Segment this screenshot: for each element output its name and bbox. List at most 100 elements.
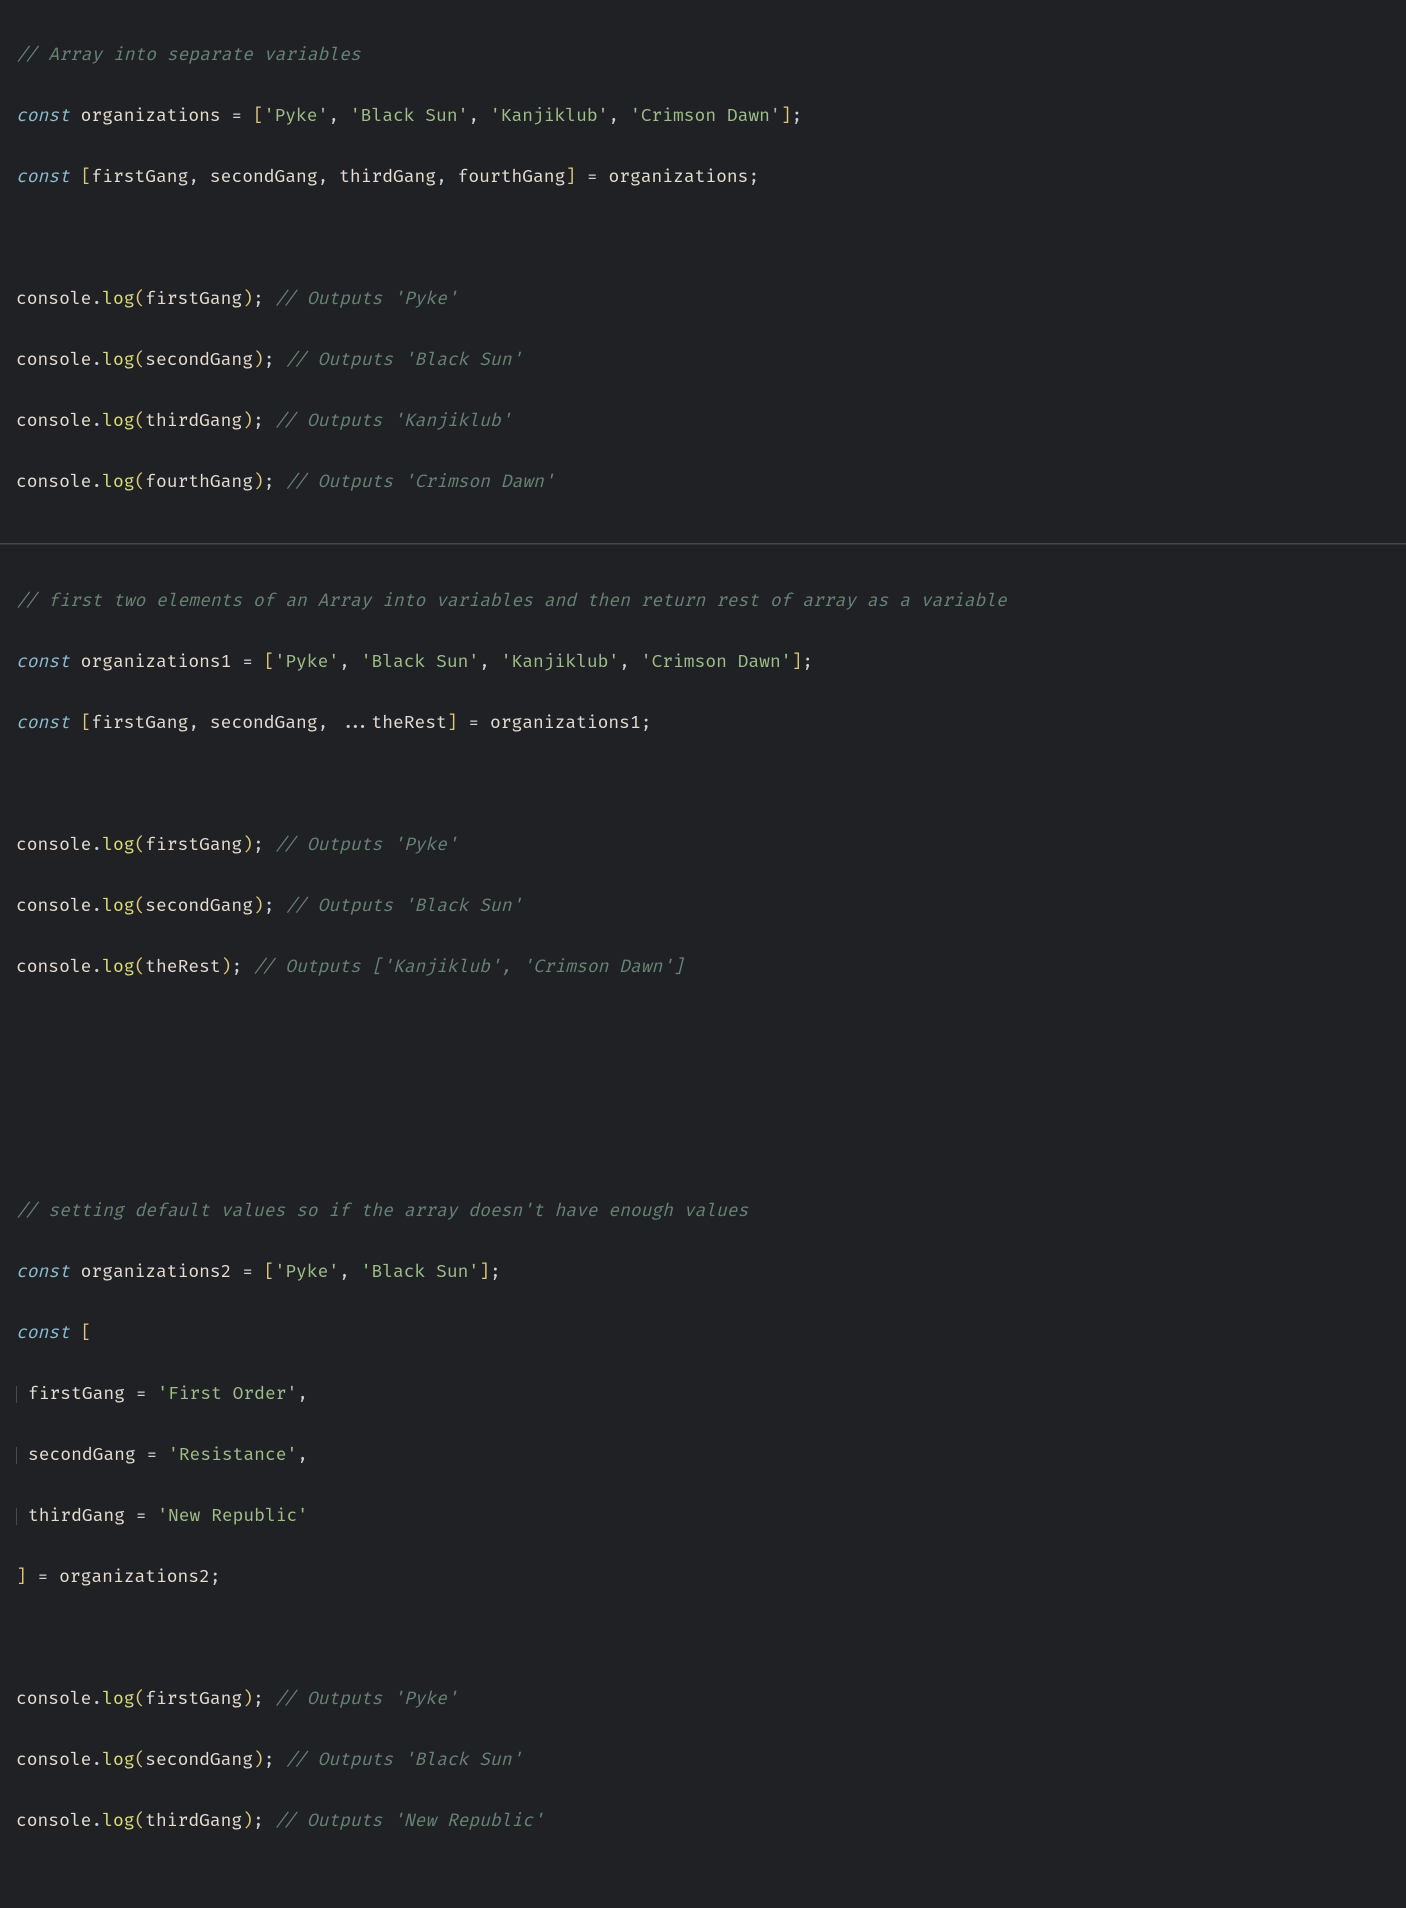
code-line: console.log(secondGang); // Outputs 'Bla… xyxy=(16,892,1390,923)
paren-open: ( xyxy=(134,835,145,856)
code-line: firstGang = 'First Order', xyxy=(16,1380,1390,1411)
comment: // Outputs 'Black Sun' xyxy=(285,350,522,371)
string: 'Kanjiklub' xyxy=(501,652,619,673)
ident-theRest: theRest xyxy=(371,713,446,734)
ident-console: console xyxy=(16,835,91,856)
semicolon: ; xyxy=(253,1811,264,1832)
code-line: console.log(firstGang); // Outputs 'Pyke… xyxy=(16,285,1390,316)
ident-console: console xyxy=(16,472,91,493)
paren-close: ) xyxy=(242,835,253,856)
code-line: const organizations2 = ['Pyke', 'Black S… xyxy=(16,1258,1390,1289)
keyword-const: const xyxy=(16,1323,70,1344)
keyword-const: const xyxy=(16,167,70,188)
ident-console: console xyxy=(16,1689,91,1710)
code-block-1[interactable]: // Array into separate variables const o… xyxy=(0,10,1406,529)
comment: // Outputs 'New Republic' xyxy=(275,1811,544,1832)
ident-secondGang: secondGang xyxy=(210,713,318,734)
ident-thirdGang: thirdGang xyxy=(145,411,242,432)
prop-log: log xyxy=(102,1689,134,1710)
blank-line xyxy=(16,1014,1390,1045)
ident-fourthGang: fourthGang xyxy=(145,472,253,493)
ident-organizations: organizations xyxy=(608,167,748,188)
ident-thirdGang: thirdGang xyxy=(339,167,436,188)
comment: // first two elements of an Array into v… xyxy=(16,591,1007,612)
ident-firstGang: firstGang xyxy=(28,1384,125,1405)
code-line: console.log(secondGang); // Outputs 'Bla… xyxy=(16,346,1390,377)
comma: , xyxy=(188,167,210,188)
comment: // Outputs 'Kanjiklub' xyxy=(275,411,512,432)
dot: . xyxy=(91,1811,102,1832)
paren-close: ) xyxy=(242,411,253,432)
bracket-open: [ xyxy=(81,713,92,734)
equals: = xyxy=(458,713,490,734)
string: 'Resistance' xyxy=(168,1445,297,1466)
semicolon: ; xyxy=(264,350,275,371)
comment: // Outputs 'Pyke' xyxy=(275,289,458,310)
paren-open: ( xyxy=(134,957,145,978)
code-line: console.log(thirdGang); // Outputs 'Kanj… xyxy=(16,407,1390,438)
bracket-open: [ xyxy=(253,106,264,127)
guide-line xyxy=(16,1508,18,1526)
semicolon: ; xyxy=(253,835,264,856)
comment: // Array into separate variables xyxy=(16,45,361,66)
prop-log: log xyxy=(102,1811,134,1832)
string: 'Black Sun' xyxy=(350,106,468,127)
semicolon: ; xyxy=(802,652,813,673)
comment: // Outputs 'Pyke' xyxy=(275,835,458,856)
paren-close: ) xyxy=(242,1811,253,1832)
comma: , xyxy=(619,652,641,673)
semicolon: ; xyxy=(253,411,264,432)
paren-open: ( xyxy=(134,411,145,432)
comma: , xyxy=(339,652,361,673)
dot: . xyxy=(91,411,102,432)
blank-line xyxy=(16,1624,1390,1655)
semicolon: ; xyxy=(264,1750,275,1771)
bracket-close: ] xyxy=(16,1567,27,1588)
semicolon: ; xyxy=(210,1567,221,1588)
paren-close: ) xyxy=(242,289,253,310)
comment: // Outputs ['Kanjiklub', 'Crimson Dawn'] xyxy=(253,957,684,978)
comma: , xyxy=(468,106,490,127)
bracket-close: ] xyxy=(781,106,792,127)
prop-log: log xyxy=(102,1750,134,1771)
code-line: const [firstGang, secondGang, ...theRest… xyxy=(16,709,1390,740)
equals: = xyxy=(231,652,263,673)
comment: // Outputs 'Pyke' xyxy=(275,1689,458,1710)
paren-close: ) xyxy=(221,957,232,978)
ident-secondGang: secondGang xyxy=(28,1445,136,1466)
semicolon: ; xyxy=(264,472,275,493)
semicolon: ; xyxy=(253,289,264,310)
ident-organizations: organizations xyxy=(81,106,221,127)
prop-log: log xyxy=(102,896,134,917)
code-line: const [firstGang, secondGang, thirdGang,… xyxy=(16,163,1390,194)
bracket-close: ] xyxy=(792,652,803,673)
string: 'Pyke' xyxy=(275,1262,340,1283)
code-line: const organizations = ['Pyke', 'Black Su… xyxy=(16,102,1390,133)
semicolon: ; xyxy=(253,1689,264,1710)
code-block-2[interactable]: // first two elements of an Array into v… xyxy=(0,557,1406,1869)
bracket-close: ] xyxy=(447,713,458,734)
semicolon: ; xyxy=(641,713,652,734)
paren-close: ) xyxy=(253,1750,264,1771)
equals: = xyxy=(136,1445,168,1466)
prop-log: log xyxy=(102,957,134,978)
semicolon: ; xyxy=(264,896,275,917)
ident-thirdGang: thirdGang xyxy=(145,1811,242,1832)
dot: . xyxy=(91,1750,102,1771)
ident-console: console xyxy=(16,1811,91,1832)
equals: = xyxy=(27,1567,59,1588)
dot: . xyxy=(91,957,102,978)
string: 'Crimson Dawn' xyxy=(641,652,792,673)
paren-open: ( xyxy=(134,1750,145,1771)
ident-firstGang: firstGang xyxy=(145,1689,242,1710)
ident-organizations1: organizations1 xyxy=(81,652,232,673)
comma: , xyxy=(318,167,340,188)
blank-line xyxy=(16,224,1390,255)
equals: = xyxy=(576,167,608,188)
paren-open: ( xyxy=(134,1689,145,1710)
comment: // Outputs 'Black Sun' xyxy=(285,1750,522,1771)
code-line: ] = organizations2; xyxy=(16,1563,1390,1594)
ident-thirdGang: thirdGang xyxy=(28,1506,125,1527)
ident-console: console xyxy=(16,350,91,371)
string: 'New Republic' xyxy=(157,1506,308,1527)
